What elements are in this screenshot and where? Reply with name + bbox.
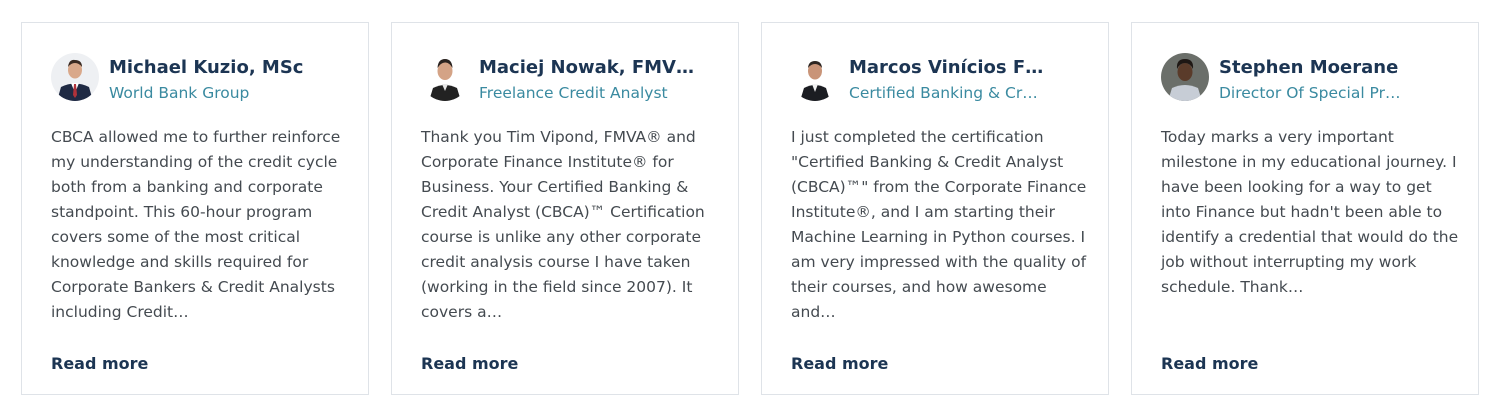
avatar xyxy=(791,53,839,101)
reviewer-role: Freelance Credit Analyst xyxy=(479,84,668,102)
testimonial-line: (working in the field since 2007). It xyxy=(421,278,693,296)
testimonial-line: Thank you Tim Vipond, FMVA® and xyxy=(421,128,696,146)
testimonial-line: CBCA allowed me to further reinforce xyxy=(51,128,341,146)
testimonial-card: Stephen Moerane Director Of Special Pr… … xyxy=(1131,22,1479,395)
testimonial-line: covers a… xyxy=(421,303,503,321)
testimonial-line: milestone in my educational journey. I xyxy=(1161,153,1457,171)
testimonial-line: Institute®, and I am starting their xyxy=(791,203,1055,221)
testimonial-line: identify a credential that would do the xyxy=(1161,228,1459,246)
testimonial-line: "Certified Banking & Credit Analyst xyxy=(791,153,1064,171)
avatar xyxy=(51,53,99,101)
testimonial-line: Business. Your Certified Banking & xyxy=(421,178,689,196)
testimonial-line: job without interrupting my work xyxy=(1161,253,1417,271)
testimonial-line: their courses, and how awesome xyxy=(791,278,1047,296)
testimonial-line: and… xyxy=(791,303,836,321)
testimonial-line: I just completed the certification xyxy=(791,128,1044,146)
testimonial-text: CBCA allowed me to further reinforce my … xyxy=(51,125,347,325)
testimonial-cards: Michael Kuzio, MSc World Bank Group CBCA… xyxy=(0,0,1495,403)
testimonial-card: Michael Kuzio, MSc World Bank Group CBCA… xyxy=(21,22,369,395)
testimonial-line: including Credit… xyxy=(51,303,189,321)
testimonial-line: my understanding of the credit cycle xyxy=(51,153,338,171)
read-more-link[interactable]: Read more xyxy=(791,353,888,375)
testimonial-line: (CBCA)™" from the Corporate Finance xyxy=(791,178,1087,196)
testimonial-line: course is unlike any other corporate xyxy=(421,228,702,246)
testimonial-text: I just completed the certification "Cert… xyxy=(791,125,1087,325)
read-more-link[interactable]: Read more xyxy=(421,353,518,375)
testimonial-text: Thank you Tim Vipond, FMVA® and Corporat… xyxy=(421,125,717,325)
reviewer-name: Marcos Vinícios F… xyxy=(849,57,1044,78)
testimonial-text: Today marks a very important milestone i… xyxy=(1161,125,1459,300)
testimonial-line: Credit Analyst (CBCA)™ Certification xyxy=(421,203,705,221)
reviewer-name: Stephen Moerane xyxy=(1219,57,1399,78)
testimonial-card: Marcos Vinícios F… Certified Banking & C… xyxy=(761,22,1109,395)
testimonial-line: am very impressed with the quality of xyxy=(791,253,1087,271)
testimonial-line: knowledge and skills required for xyxy=(51,253,309,271)
testimonial-card: Maciej Nowak, FMV… Freelance Credit Anal… xyxy=(391,22,739,395)
reviewer-name: Maciej Nowak, FMV… xyxy=(479,57,694,78)
testimonial-line: Corporate Bankers & Credit Analysts xyxy=(51,278,335,296)
testimonial-line: credit analysis course I have taken xyxy=(421,253,691,271)
avatar xyxy=(421,53,469,101)
testimonial-line: standpoint. This 60-hour program xyxy=(51,203,313,221)
reviewer-role: World Bank Group xyxy=(109,84,250,102)
testimonial-line: covers some of the most critical xyxy=(51,228,301,246)
testimonial-line: into Finance but hadn't been able to xyxy=(1161,203,1443,221)
read-more-link[interactable]: Read more xyxy=(51,353,148,375)
reviewer-name: Michael Kuzio, MSc xyxy=(109,57,304,78)
read-more-link[interactable]: Read more xyxy=(1161,353,1258,375)
testimonial-line: have been looking for a way to get xyxy=(1161,178,1432,196)
testimonial-line: both from a banking and corporate xyxy=(51,178,323,196)
avatar xyxy=(1161,53,1209,101)
testimonial-line: Corporate Finance Institute® for xyxy=(421,153,674,171)
testimonial-line: Machine Learning in Python courses. I xyxy=(791,228,1086,246)
testimonial-line: schedule. Thank… xyxy=(1161,278,1304,296)
reviewer-role: Director Of Special Pr… xyxy=(1219,84,1401,102)
reviewer-role: Certified Banking & Cr… xyxy=(849,84,1038,102)
testimonial-line: Today marks a very important xyxy=(1161,128,1394,146)
